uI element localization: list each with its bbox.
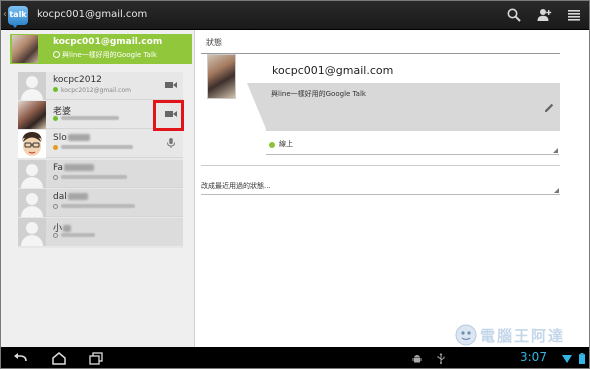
contact-item[interactable]: dal: [18, 189, 183, 217]
default-avatar: [18, 218, 46, 246]
contact-status: [53, 116, 119, 123]
contact-item[interactable]: Slo: [18, 130, 183, 158]
contact-status: [53, 145, 133, 152]
self-email: kocpc001@gmail.com: [53, 37, 163, 47]
account-title: kocpc001@gmail.com: [37, 9, 148, 20]
contact-name: Fa: [53, 163, 94, 173]
default-avatar: [18, 189, 46, 217]
speech-bubble-tail: [247, 83, 266, 129]
system-bar: 3:07: [1, 347, 589, 368]
usb-icon[interactable]: [436, 353, 446, 364]
microphone-icon[interactable]: [165, 137, 177, 149]
contact-photo: [18, 101, 46, 129]
recent-status-label: 改成最近用過的狀態...: [201, 182, 271, 190]
contact-status: kocpc2012@gmail.com: [53, 87, 131, 94]
redacted-status: [61, 175, 127, 179]
self-profile-row[interactable]: kocpc001@gmail.com 與line一樣好用的Google Talk: [10, 34, 192, 64]
online-presence-icon: [53, 87, 58, 92]
clock[interactable]: 3:07: [520, 350, 547, 364]
offline-presence-icon: [53, 204, 58, 209]
contact-item[interactable]: Fa: [18, 160, 183, 188]
status-ring-icon: [53, 51, 60, 58]
home-icon[interactable]: [51, 351, 67, 365]
default-avatar: [18, 72, 46, 100]
contact-status: [53, 204, 135, 211]
contact-name: Slo: [53, 133, 90, 143]
talk-logo[interactable]: talk: [8, 6, 28, 28]
profile-photo[interactable]: [207, 54, 236, 99]
online-presence-icon: [53, 116, 58, 121]
profile-email: kocpc001@gmail.com: [272, 64, 394, 77]
video-camera-icon[interactable]: [165, 80, 177, 90]
availability-label: 線上: [279, 140, 293, 148]
back-icon[interactable]: [13, 351, 29, 365]
watermark-text: 電腦王阿達: [480, 327, 566, 345]
friends-list-pane: kocpc001@gmail.com 與line一樣好用的Google Talk…: [1, 30, 194, 347]
status-message-text: 與line一樣好用的Google Talk: [271, 90, 366, 98]
section-divider: [201, 165, 560, 166]
overflow-menu-icon[interactable]: [566, 7, 582, 23]
default-avatar: [18, 160, 46, 188]
cartoon-avatar: [18, 130, 46, 158]
redacted-name: [67, 193, 88, 200]
android-icon[interactable]: [412, 353, 422, 364]
contact-item[interactable]: kocpc2012 kocpc2012@gmail.com: [18, 72, 183, 100]
self-avatar: [12, 35, 38, 63]
wifi-icon[interactable]: [562, 355, 572, 363]
status-detail-pane: 狀態 kocpc001@gmail.com 與line一樣好用的Google T…: [195, 30, 589, 347]
watermark-logo-icon: [455, 324, 477, 346]
redacted-name: [63, 225, 72, 232]
redacted-status: [61, 204, 135, 208]
action-bar: ‹ talk kocpc001@gmail.com: [1, 1, 589, 30]
idle-presence-icon: [53, 145, 58, 150]
status-message-box[interactable]: 與line一樣好用的Google Talk: [266, 83, 560, 131]
dropdown-corner-icon: [553, 148, 558, 153]
contact-list: kocpc2012 kocpc2012@gmail.com 老婆 Slo Fa …: [18, 72, 183, 248]
contact-name: kocpc2012: [53, 75, 102, 85]
heading-divider: [201, 53, 560, 54]
self-status-message: 與line一樣好用的Google Talk: [62, 51, 157, 59]
add-friend-icon[interactable]: [536, 7, 552, 23]
section-heading: 狀態: [206, 38, 222, 47]
offline-presence-icon: [53, 175, 58, 180]
contact-item[interactable]: 小: [18, 218, 183, 246]
redacted-status: [61, 145, 133, 149]
contact-email: kocpc2012@gmail.com: [61, 87, 131, 94]
recent-apps-icon[interactable]: [88, 351, 104, 365]
app-window: ‹ talk kocpc001@gmail.com kocpc001@gmail…: [0, 0, 590, 369]
redacted-status: [61, 233, 95, 237]
redacted-status: [61, 116, 119, 120]
dropdown-corner-icon: [554, 188, 559, 193]
recent-status-spinner[interactable]: 改成最近用過的狀態...: [201, 177, 560, 195]
pencil-icon[interactable]: [543, 102, 555, 114]
contact-status: [53, 233, 95, 240]
self-status: 與line一樣好用的Google Talk: [53, 50, 157, 60]
cartoon-face-icon: [22, 132, 42, 156]
battery-icon[interactable]: [579, 353, 585, 364]
redacted-name: [67, 134, 90, 141]
search-icon[interactable]: [506, 7, 522, 23]
contact-name: dal: [53, 192, 88, 202]
contact-status: [53, 175, 127, 182]
offline-presence-icon: [53, 233, 58, 238]
highlight-box: [153, 100, 184, 131]
online-presence-icon: [269, 142, 275, 148]
redacted-name: [63, 164, 94, 171]
availability-spinner[interactable]: 線上: [266, 134, 559, 155]
